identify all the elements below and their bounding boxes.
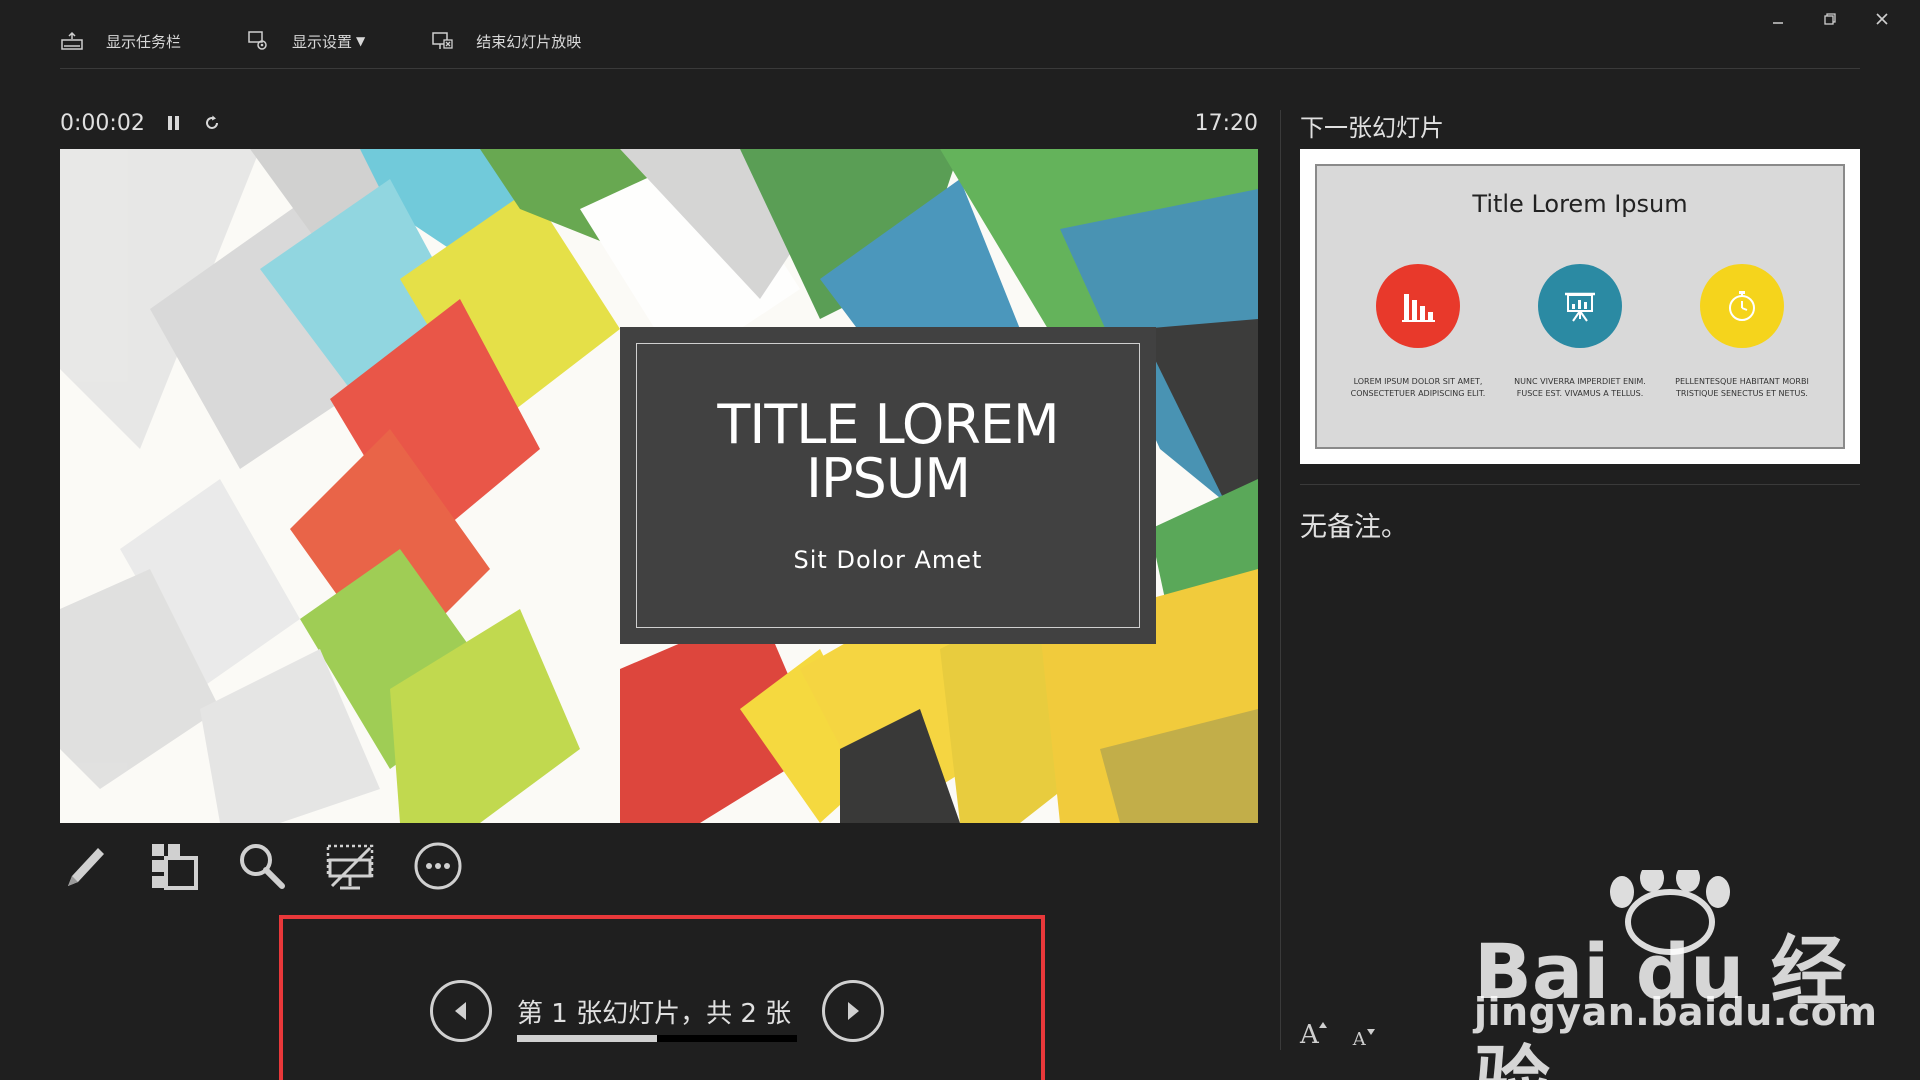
close-button[interactable] xyxy=(1856,4,1908,34)
end-slideshow-button[interactable]: 结束幻灯片放映 xyxy=(430,22,581,60)
panel-divider xyxy=(1280,110,1281,1050)
slide-progress-track xyxy=(517,1035,797,1042)
slide-navigation: 第 1 张幻灯片，共 2 张 xyxy=(430,979,884,1043)
end-slideshow-icon xyxy=(432,32,453,49)
caret-down-icon xyxy=(1366,1029,1375,1035)
presentation-board-icon xyxy=(1565,292,1595,322)
stopwatch-icon xyxy=(1729,291,1755,321)
watermark-url: jingyan.baidu.com xyxy=(1474,990,1878,1034)
show-taskbar-button[interactable]: 显示任务栏 xyxy=(60,22,181,60)
font-size-controls: A A xyxy=(1300,1020,1400,1050)
more-options-button[interactable] xyxy=(412,838,500,894)
close-icon xyxy=(1876,13,1888,25)
notes-divider xyxy=(1300,484,1860,485)
slide-title-frame: TITLE LOREM IPSUM Sit Dolor Amet xyxy=(636,343,1140,628)
slide-counter-area[interactable]: 第 1 张幻灯片，共 2 张 xyxy=(517,979,797,1043)
timer-row: 0:00:02 17:20 xyxy=(60,108,1258,138)
next-slide-item: PELLENTESQUE HABITANT MORBI TRISTIQUE SE… xyxy=(1667,264,1817,400)
see-all-slides-button[interactable] xyxy=(148,838,236,894)
restart-timer-button[interactable] xyxy=(203,114,221,132)
zoom-button[interactable] xyxy=(236,838,324,894)
restore-button[interactable] xyxy=(1804,4,1856,34)
end-slideshow-label: 结束幻灯片放映 xyxy=(476,32,582,51)
next-slide-item-text: NUNC VIVERRA IMPERDIET ENIM. FUSCE EST. … xyxy=(1514,377,1646,398)
slide-subtitle: Sit Dolor Amet xyxy=(793,545,983,574)
restore-icon xyxy=(1824,13,1836,25)
pen-icon xyxy=(68,848,104,886)
next-slide-item-text: LOREM IPSUM DOLOR SIT AMET, CONSECTETUER… xyxy=(1350,377,1486,398)
previous-slide-button[interactable] xyxy=(430,980,492,1042)
pause-timer-button[interactable] xyxy=(167,115,181,131)
triangle-right-icon xyxy=(848,1002,859,1020)
speaker-notes[interactable]: 无备注。 xyxy=(1300,505,1408,544)
presenter-tools xyxy=(60,838,500,894)
more-icon xyxy=(414,842,462,890)
presentation-circle xyxy=(1538,264,1622,348)
toolbar-divider xyxy=(60,68,1860,69)
next-slide-item: LOREM IPSUM DOLOR SIT AMET, CONSECTETUER… xyxy=(1343,264,1493,400)
clock-time: 17:20 xyxy=(1194,110,1258,136)
magnifier-icon xyxy=(240,844,285,889)
show-taskbar-label: 显示任务栏 xyxy=(106,32,182,51)
taskbar-icon xyxy=(61,31,83,50)
display-settings-label: 显示设置 xyxy=(292,32,353,51)
presenter-toolbar: 显示任务栏 显示设置 ▼ 结束幻灯片放映 xyxy=(60,22,646,60)
next-slide-item: NUNC VIVERRA IMPERDIET ENIM. FUSCE EST. … xyxy=(1505,264,1655,400)
decrease-font-label: A xyxy=(1352,1029,1366,1050)
caret-up-icon xyxy=(1318,1022,1327,1028)
black-screen-button[interactable] xyxy=(324,838,412,894)
chart-circle xyxy=(1376,264,1460,348)
elapsed-time: 0:00:02 xyxy=(60,110,145,136)
next-slide-items: LOREM IPSUM DOLOR SIT AMET, CONSECTETUER… xyxy=(1317,264,1843,400)
next-slide-title: Title Lorem Ipsum xyxy=(1472,190,1688,218)
slide-title: TITLE LOREM IPSUM xyxy=(717,392,1059,510)
triangle-left-icon xyxy=(455,1002,466,1020)
next-slide-canvas: Title Lorem Ipsum LOREM IPSUM DOLOR SIT … xyxy=(1315,164,1845,449)
minimize-button[interactable] xyxy=(1752,4,1804,34)
restart-icon xyxy=(205,115,218,129)
chevron-down-icon: ▼ xyxy=(356,34,366,48)
increase-font-label: A xyxy=(1300,1020,1319,1050)
pen-tool-button[interactable] xyxy=(60,838,148,894)
display-settings-button[interactable]: 显示设置 ▼ xyxy=(246,22,365,60)
next-slide-item-text: PELLENTESQUE HABITANT MORBI TRISTIQUE SE… xyxy=(1675,377,1809,398)
decrease-font-button[interactable]: A xyxy=(1352,1029,1375,1050)
current-slide[interactable]: TITLE LOREM IPSUM Sit Dolor Amet xyxy=(60,149,1258,823)
slide-counter: 第 1 张幻灯片，共 2 张 xyxy=(517,999,792,1029)
grid-slides-icon xyxy=(152,844,198,890)
pause-icon xyxy=(167,116,179,130)
window-controls xyxy=(1752,4,1908,34)
next-slide-button[interactable] xyxy=(822,980,884,1042)
slide-title-box: TITLE LOREM IPSUM Sit Dolor Amet xyxy=(620,327,1156,644)
stopwatch-circle xyxy=(1700,264,1784,348)
increase-font-button[interactable]: A xyxy=(1300,1020,1327,1050)
minimize-icon xyxy=(1773,22,1783,24)
slide-progress-fill xyxy=(517,1035,657,1042)
black-screen-icon xyxy=(326,844,374,890)
next-slide-preview[interactable]: Title Lorem Ipsum LOREM IPSUM DOLOR SIT … xyxy=(1300,149,1860,464)
display-settings-icon xyxy=(248,31,267,50)
next-slide-label: 下一张幻灯片 xyxy=(1300,114,1444,142)
bar-chart-icon xyxy=(1402,294,1435,322)
